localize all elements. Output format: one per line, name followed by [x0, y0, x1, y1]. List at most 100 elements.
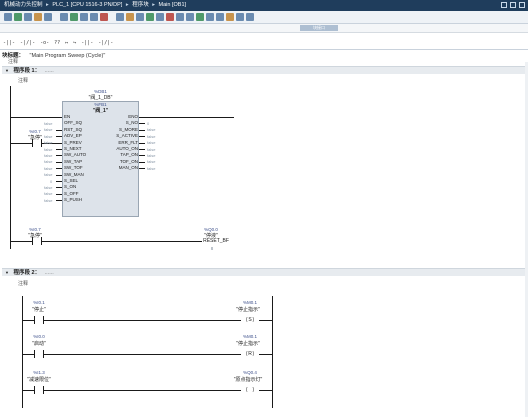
toolbar-icon-23[interactable]: [236, 13, 244, 21]
toolbar-icon-21[interactable]: [216, 13, 224, 21]
coil-name[interactable]: "停止指示": [224, 306, 272, 313]
fb-input-value[interactable]: false: [44, 198, 52, 203]
fb-input-value[interactable]: false: [44, 172, 52, 177]
pin-stub: [139, 136, 145, 138]
fb-output-value[interactable]: false: [147, 140, 155, 145]
output-coil[interactable]: (S): [241, 316, 259, 324]
coil-button[interactable]: -o-: [39, 40, 50, 46]
empty-box-button[interactable]: ??: [53, 40, 61, 46]
fb-output-value[interactable]: false: [147, 159, 155, 164]
pin-stub: [139, 149, 145, 150]
network-2-comment[interactable]: 注释: [18, 280, 28, 287]
minimize-icon[interactable]: [501, 2, 507, 8]
nc-contact-button[interactable]: -|/|-: [19, 40, 36, 46]
fb-input-value[interactable]: false: [44, 121, 52, 126]
wire: [259, 354, 272, 355]
toolbar-icon-16[interactable]: [166, 13, 174, 21]
no-contact[interactable]: [32, 139, 42, 147]
block-title-value[interactable]: "Main Program Sweep (Cycle)": [30, 53, 106, 59]
block-interface-toggle[interactable]: 块接口: [300, 25, 338, 31]
output-coil[interactable]: (): [241, 386, 259, 394]
toolbar-icon-18[interactable]: [186, 13, 194, 21]
db-name[interactable]: "阀_1_DB": [62, 94, 139, 101]
toolbar-icon-9[interactable]: [90, 13, 98, 21]
network-1-comment[interactable]: 注释: [18, 77, 28, 84]
collapse-icon[interactable]: ▼: [5, 270, 9, 275]
toolbar-icon-4[interactable]: [34, 13, 42, 21]
collapse-icon[interactable]: ▼: [5, 68, 9, 73]
toolbar-icon-17[interactable]: [176, 13, 184, 21]
toolbar-icon-20[interactable]: [206, 13, 214, 21]
coil-name[interactable]: "停止指示": [224, 340, 272, 347]
fb-output-value[interactable]: false: [147, 127, 155, 132]
fb-output-value[interactable]: false: [147, 147, 155, 152]
left-power-rail: [10, 86, 11, 249]
fb-input-value[interactable]: false: [44, 185, 52, 190]
pin-stub: [56, 129, 62, 131]
close-icon[interactable]: [519, 2, 525, 8]
fb-output-value[interactable]: 0: [147, 121, 149, 126]
n-contact-button[interactable]: -|/|-: [97, 40, 114, 46]
toolbar-icon-11[interactable]: [116, 13, 124, 21]
toolbar-icon-1[interactable]: [4, 13, 12, 21]
contact-address: %I0.1: [33, 300, 45, 305]
toolbar-icon-15[interactable]: [156, 13, 164, 21]
close-branch-button[interactable]: ↪: [72, 40, 77, 46]
breadcrumb-block[interactable]: Main [OB1]: [159, 0, 187, 11]
fb-input-value[interactable]: false: [44, 140, 52, 145]
fb-input-value[interactable]: false: [44, 191, 52, 196]
toolbar-icon-24[interactable]: [246, 13, 254, 21]
toolbar-icon-14[interactable]: [146, 13, 154, 21]
fb-output-pin: S_NO: [125, 120, 138, 126]
maximize-icon[interactable]: [510, 2, 516, 8]
toolbar-icon-2[interactable]: [14, 13, 22, 21]
network-1-header[interactable]: ▼ 程序段 1： ......: [2, 66, 526, 74]
toolbar-icon-8[interactable]: [80, 13, 88, 21]
no-contact[interactable]: [34, 386, 44, 394]
fb-input-pin: RST_SQ: [64, 126, 83, 132]
fb-input-value[interactable]: false: [44, 153, 52, 158]
breadcrumb-device[interactable]: PLC_1 [CPU 1516-3 PN/DP]: [52, 0, 122, 11]
toolbar-icon-19[interactable]: [196, 13, 204, 21]
no-contact[interactable]: [34, 316, 44, 324]
no-contact[interactable]: [34, 350, 44, 358]
network-2-header[interactable]: ▼ 程序段 2： ......: [2, 268, 526, 276]
contact-name[interactable]: "启动": [18, 340, 60, 347]
fb-output-value[interactable]: false: [147, 134, 155, 139]
contact-name[interactable]: "减速限位": [18, 376, 60, 383]
toolbar-icon-7[interactable]: [70, 13, 78, 21]
fb-output-value[interactable]: false: [147, 166, 155, 171]
fb-input-pin: OFF_SQ: [64, 120, 83, 126]
coil-name[interactable]: "原点指示灯": [224, 376, 272, 383]
toolbar-icon-3[interactable]: [24, 13, 32, 21]
toolbar-icon-22[interactable]: [226, 13, 234, 21]
output-coil[interactable]: (R): [241, 350, 259, 358]
fb-input-value[interactable]: false: [44, 159, 52, 164]
contact-name[interactable]: "停止": [18, 306, 60, 313]
toolbar-icon-13[interactable]: [136, 13, 144, 21]
coil-address: %M0.1: [242, 300, 257, 305]
breadcrumb: 机械动力头控制 ▸ PLC_1 [CPU 1516-3 PN/DP] ▸ 程序块…: [0, 0, 528, 11]
fb-output-value[interactable]: false: [147, 153, 155, 158]
p-contact-button[interactable]: -||-: [80, 40, 94, 46]
toolbar-icon-5[interactable]: [44, 13, 52, 21]
toolbar-icon-12[interactable]: [126, 13, 134, 21]
block-comment[interactable]: 注释: [8, 58, 18, 65]
breadcrumb-folder[interactable]: 程序块: [132, 0, 149, 11]
reset-bf-coil[interactable]: RESET_BF: [200, 237, 232, 245]
open-branch-button[interactable]: ↦: [64, 40, 69, 46]
fb-input-value[interactable]: false: [44, 134, 52, 139]
breadcrumb-separator: ▸: [46, 2, 49, 8]
coil-value: 8: [210, 246, 214, 251]
fb-input-value[interactable]: 0: [50, 179, 52, 184]
breadcrumb-project[interactable]: 机械动力头控制: [4, 0, 43, 11]
fb-input-value[interactable]: false: [44, 147, 52, 152]
toolbar-icon-6[interactable]: [60, 13, 68, 21]
network-1-dots: ......: [44, 68, 54, 74]
no-contact[interactable]: [32, 237, 42, 245]
fb-input-pin: S_PUSH: [64, 197, 83, 203]
fb-input-value[interactable]: false: [44, 127, 52, 132]
fb-input-value[interactable]: false: [44, 166, 52, 171]
toolbar-icon-10[interactable]: [100, 13, 108, 21]
no-contact-button[interactable]: -||-: [2, 40, 16, 46]
